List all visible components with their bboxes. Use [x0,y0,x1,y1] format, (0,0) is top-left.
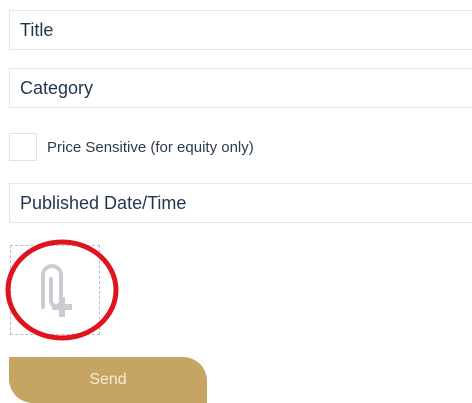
paperclip-add-icon [41,264,72,317]
price-sensitive-row: Price Sensitive (for equity only) [9,132,254,162]
category-input[interactable] [9,68,472,108]
published-datetime-input[interactable] [9,183,472,223]
send-button[interactable]: Send [9,357,207,403]
attachment-upload-box[interactable] [10,245,100,335]
price-sensitive-checkbox[interactable] [9,133,37,161]
price-sensitive-label: Price Sensitive (for equity only) [47,138,254,156]
title-input[interactable] [9,10,472,50]
